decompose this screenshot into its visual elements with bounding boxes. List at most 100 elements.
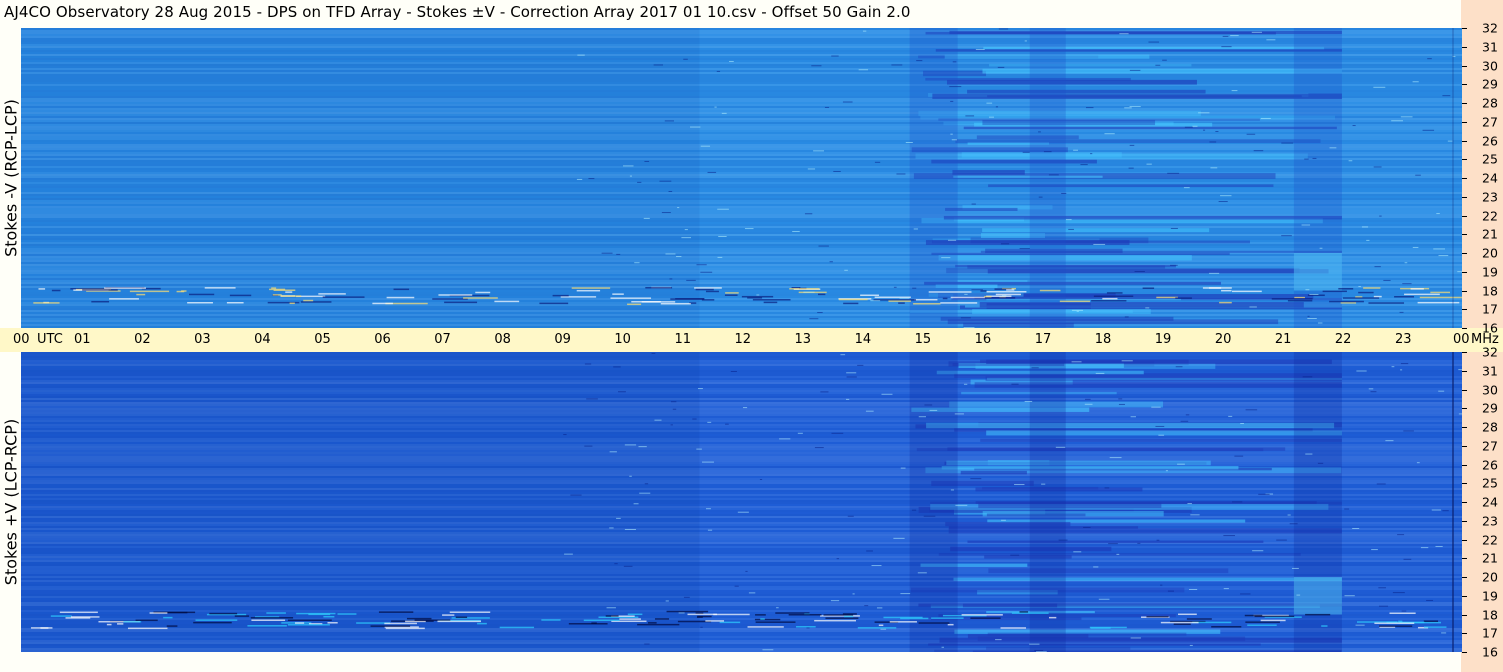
speckle	[1402, 283, 1412, 285]
interference-streak	[660, 302, 691, 305]
interference-streak	[789, 288, 820, 290]
emission-band	[934, 649, 1342, 652]
speckle	[1260, 117, 1271, 119]
interference-streak	[475, 291, 491, 294]
speckle	[1156, 539, 1160, 541]
interference-streak	[755, 614, 766, 616]
interference-streak	[1245, 621, 1280, 623]
interference-streak	[705, 290, 719, 293]
speckle	[874, 161, 881, 163]
speckle	[624, 444, 637, 446]
speckle	[1036, 651, 1047, 652]
speckle	[1232, 501, 1243, 503]
speckle	[1148, 41, 1160, 43]
utc-tick-label: 15	[914, 332, 932, 347]
frequency-tick-label: 22	[1482, 532, 1498, 547]
frequency-tick	[1462, 577, 1467, 578]
speckle	[1231, 90, 1238, 92]
interference-streak	[1160, 621, 1199, 624]
speckle	[681, 237, 692, 239]
frequency-tick	[1462, 370, 1467, 372]
interference-streak	[1419, 296, 1462, 299]
interference-streak	[1394, 296, 1415, 298]
speckle	[1373, 166, 1382, 168]
interference-streak	[1039, 289, 1061, 292]
speckle	[807, 168, 816, 170]
emission-band	[926, 422, 1335, 429]
speckle	[1029, 643, 1040, 645]
speckle	[1124, 316, 1129, 318]
speckle	[659, 180, 672, 182]
interference-streak	[163, 616, 173, 619]
speckle	[1177, 463, 1185, 465]
utc-tick-label: 19	[1154, 332, 1172, 347]
interference-streak	[129, 290, 170, 293]
interference-streak	[250, 617, 294, 619]
speckle	[665, 600, 669, 602]
speckle	[697, 388, 703, 390]
speckle	[1129, 106, 1141, 108]
frequency-tick-label: 28	[1482, 419, 1498, 435]
speckle	[1415, 174, 1421, 176]
speckle	[804, 213, 813, 215]
emission-band	[977, 636, 1246, 642]
interference-streak	[327, 622, 338, 624]
interference-streak	[986, 290, 1027, 293]
utc-tick-label: 05	[314, 332, 331, 347]
speckle	[1104, 133, 1115, 135]
speckle	[623, 565, 633, 567]
interference-streak	[842, 613, 857, 615]
speckle	[846, 376, 857, 378]
emission-band	[949, 30, 1342, 35]
speckle	[1073, 149, 1079, 151]
speckle	[960, 317, 971, 319]
speckle	[1281, 142, 1294, 144]
interference-streak	[1379, 625, 1413, 627]
speckle	[880, 628, 887, 630]
interference-streak	[1221, 289, 1232, 292]
emission-band	[960, 470, 1027, 475]
speckle	[1065, 219, 1072, 221]
speckle	[1291, 567, 1299, 569]
speckle	[1379, 605, 1389, 607]
interference-streak	[719, 621, 741, 624]
emission-band	[946, 79, 1197, 85]
speckle	[614, 563, 618, 565]
speckle	[643, 217, 650, 219]
speckle	[862, 30, 867, 32]
speckle	[1404, 262, 1408, 264]
interference-streak	[271, 287, 277, 289]
speckle	[1304, 158, 1309, 160]
interference-streak	[817, 293, 826, 296]
speckle	[947, 239, 957, 241]
speckle	[1412, 246, 1419, 248]
bright-patch	[1293, 577, 1342, 615]
speckle	[1246, 133, 1256, 135]
speckle	[866, 550, 873, 552]
speckle	[1024, 40, 1027, 42]
speckle	[725, 423, 729, 425]
frequency-tick-label: 17	[1482, 301, 1498, 317]
speckle	[696, 264, 707, 266]
speckle	[651, 352, 656, 354]
speckle	[1137, 542, 1141, 544]
speckle	[1433, 248, 1445, 250]
speckle	[1198, 112, 1210, 114]
bottom-frequency-axis: 32 31 30 29 28 27 26 25 24 23 22 21 20 19 18 17 16	[1462, 345, 1503, 660]
frequency-tick-label: 21	[1482, 226, 1498, 242]
speckle	[716, 70, 721, 72]
interference-streak	[322, 296, 365, 298]
emission-band	[982, 119, 1156, 126]
interference-streak	[406, 617, 432, 620]
speckle	[1307, 315, 1310, 317]
speckle	[1158, 434, 1165, 436]
frequency-tick	[1462, 483, 1467, 485]
speckle	[1358, 286, 1361, 288]
speckle	[1095, 372, 1105, 374]
speckle	[845, 398, 850, 400]
speckle	[1189, 644, 1193, 646]
speckle	[707, 421, 712, 423]
frequency-tick-label: 21	[1482, 550, 1498, 566]
speckle	[683, 596, 690, 598]
speckle	[616, 253, 621, 255]
